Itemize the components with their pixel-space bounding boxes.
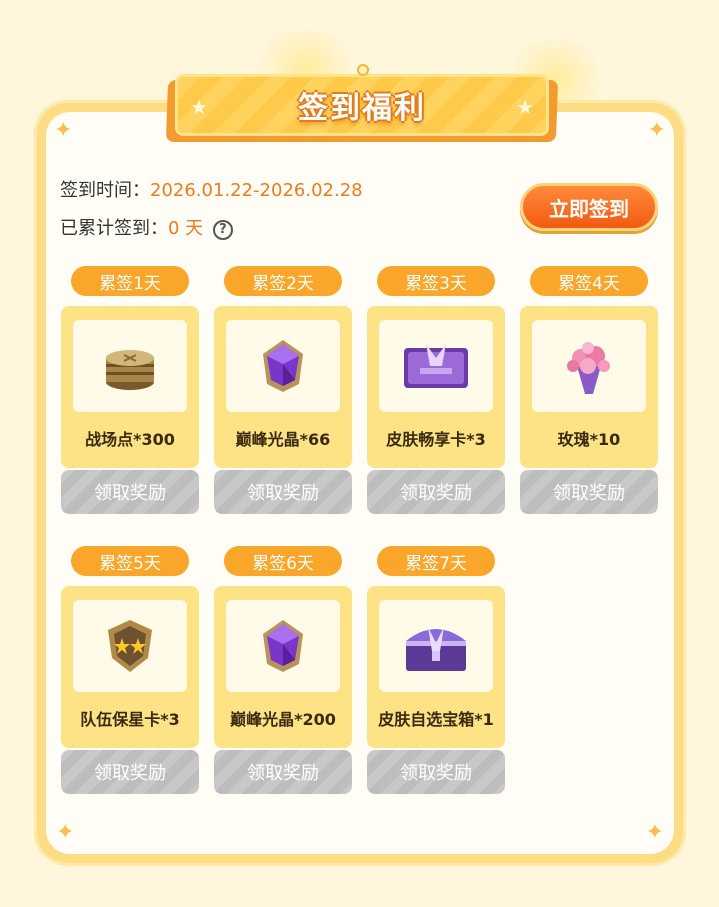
reward-name: 玫瑰*10 [557,430,621,449]
day-badge: 累签1天 [71,266,189,296]
reward-name: 战场点*300 [85,430,175,449]
reward-name: 皮肤自选宝箱*1 [378,710,494,729]
day-badge: 累签6天 [224,546,342,576]
signin-time-value: 2026.01.22-2026.02.28 [150,180,363,201]
day-badge: 累签2天 [224,266,342,296]
signin-time-row: 签到时间：2026.01.22-2026.02.28 [60,176,363,202]
sparkle-icon: ✦ [56,820,75,845]
purple-card-icon [404,344,468,388]
coin-stack-icon [106,350,154,390]
sparkle-icon: ✦ [54,118,73,143]
claim-reward-button[interactable]: 领取奖励 [367,750,505,794]
page-title: 签到福利 [298,91,426,126]
claim-reward-button[interactable]: 领取奖励 [520,470,658,514]
star-icon: ★ [516,95,534,119]
cumulative-label: 已累计签到： [60,218,168,239]
cumulative-value: 0 天 [168,218,204,239]
reward-name: 巅峰光晶*200 [230,710,336,729]
claim-reward-button[interactable]: 领取奖励 [214,750,352,794]
reward-name: 队伍保星卡*3 [80,710,180,729]
signin-time-label: 签到时间： [60,180,150,201]
treasure-chest-icon [406,627,466,671]
day-badge: 累签5天 [71,546,189,576]
day-badge: 累签7天 [377,546,495,576]
cumulative-row: 已累计签到：0 天 ? [60,214,233,240]
purple-crystal-icon [263,620,303,672]
sparkle-icon: ✦ [647,118,666,143]
star-shield-icon [108,620,152,672]
reward-name: 巅峰光晶*66 [235,430,331,449]
checkin-button[interactable]: 立即签到 [520,183,658,231]
question-circle-icon[interactable]: ? [212,220,233,240]
claim-reward-button[interactable]: 领取奖励 [61,750,199,794]
day-badge: 累签4天 [530,266,648,296]
claim-reward-button[interactable]: 领取奖励 [367,470,505,514]
title-ribbon: ★ 签到福利 ★ [165,64,559,148]
day-badge: 累签3天 [377,266,495,296]
reward-name: 皮肤畅享卡*3 [386,430,486,449]
purple-crystal-icon [263,340,303,392]
rose-bouquet-icon [567,342,610,394]
sparkle-icon: ✦ [645,820,664,845]
claim-reward-button[interactable]: 领取奖励 [214,470,352,514]
claim-reward-button[interactable]: 领取奖励 [61,470,199,514]
star-icon: ★ [190,95,208,119]
